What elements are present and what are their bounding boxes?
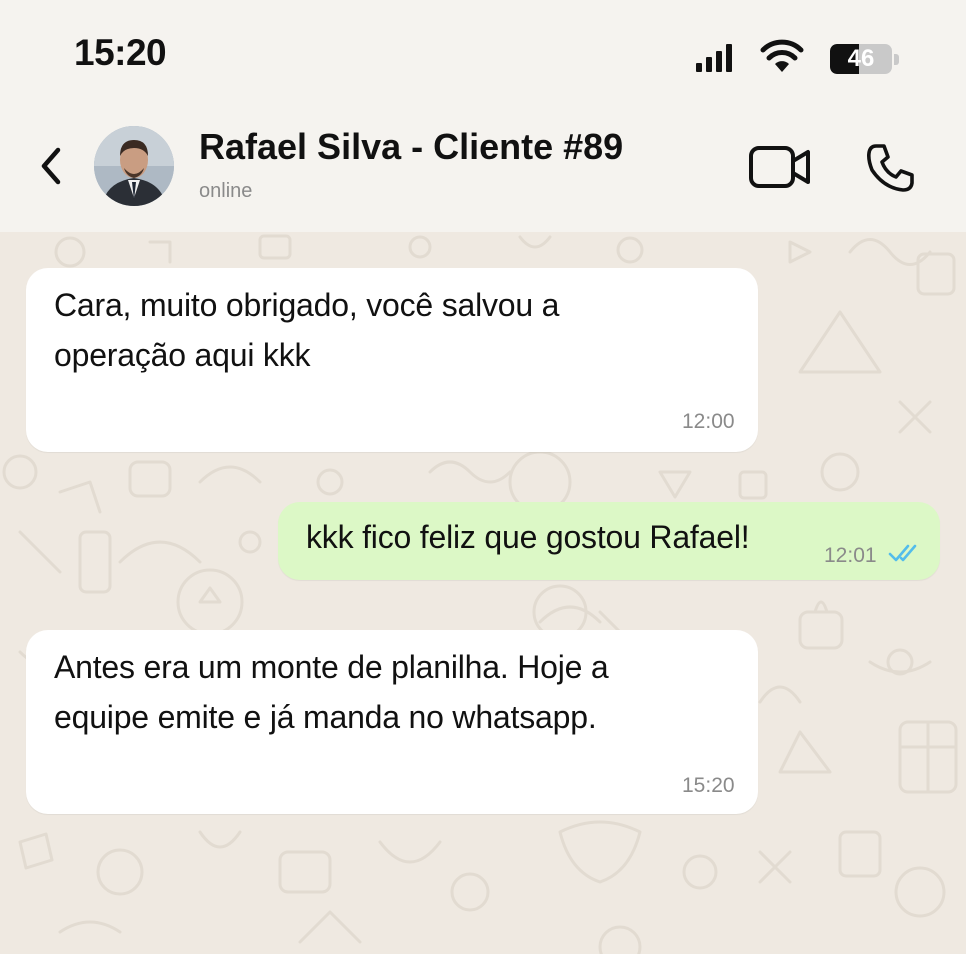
message-bubble-incoming[interactable]: Cara, muito obrigado, você salvou a oper… (26, 268, 758, 452)
message-bubble-incoming[interactable]: Antes era um monte de planilha. Hoje a e… (26, 630, 758, 814)
contact-status: online (199, 180, 253, 202)
status-bar-time: 15:20 (74, 32, 167, 73)
message-time: 15:20 (682, 774, 735, 797)
chat-header: 15:20 46 Rafael Silva - Cliente #89 onli… (0, 0, 966, 232)
phone-icon (867, 144, 914, 192)
message-text: kkk fico feliz que gostou Rafael! (306, 512, 750, 562)
battery-icon: 46 (830, 40, 900, 76)
video-call-button[interactable] (748, 144, 812, 190)
message-line: kkk fico feliz que gostou Rafael! (306, 519, 750, 555)
video-camera-icon (749, 146, 810, 188)
message-text: Antes era um monte de planilha. Hoje a e… (54, 642, 609, 742)
back-button[interactable] (32, 140, 72, 192)
contact-name[interactable]: Rafael Silva - Cliente #89 (199, 126, 623, 168)
message-bubble-outgoing[interactable]: kkk fico feliz que gostou Rafael! 12:01 (278, 502, 940, 580)
message-line: Cara, muito obrigado, você salvou a (54, 287, 560, 323)
wifi-icon (760, 39, 804, 72)
message-line: operação aqui kkk (54, 337, 311, 373)
signal-icon (696, 44, 732, 72)
back-arrow-icon (41, 147, 61, 185)
battery-level: 46 (847, 45, 875, 72)
chat-area[interactable]: Cara, muito obrigado, você salvou a oper… (0, 232, 966, 954)
message-line: equipe emite e já manda no whatsapp. (54, 699, 597, 735)
message-text: Cara, muito obrigado, você salvou a oper… (54, 280, 559, 380)
message-line: Antes era um monte de planilha. Hoje a (54, 649, 609, 685)
double-check-read-icon (888, 544, 917, 562)
contact-photo (94, 126, 174, 206)
avatar[interactable] (94, 126, 174, 206)
message-time: 12:01 (824, 544, 877, 567)
message-time: 12:00 (682, 410, 735, 433)
voice-call-button[interactable] (862, 140, 918, 196)
